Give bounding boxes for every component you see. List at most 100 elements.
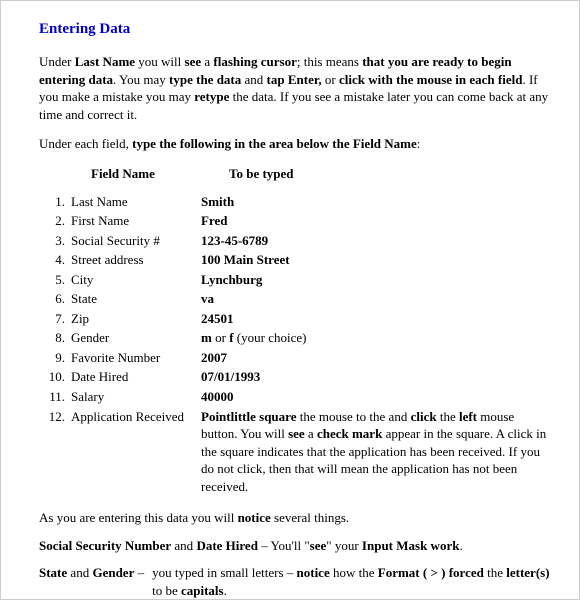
text-bold: capitals bbox=[181, 583, 224, 598]
table-row: 2.First NameFred bbox=[39, 212, 553, 230]
row-number: 8. bbox=[39, 329, 71, 347]
text: ; this means bbox=[297, 54, 362, 69]
row-value: Lynchburg bbox=[201, 271, 553, 289]
row-number: 4. bbox=[39, 251, 71, 269]
table-row: 6.Stateva bbox=[39, 290, 553, 308]
text-bold: 40000 bbox=[201, 389, 234, 404]
row-field-name: Street address bbox=[71, 251, 201, 269]
note-label: State and Gender – bbox=[39, 564, 144, 599]
text-bold: see bbox=[310, 538, 327, 553]
text-bold: Fred bbox=[201, 213, 227, 228]
text-bold: Point bbox=[201, 409, 231, 424]
col-header-spacer bbox=[39, 165, 91, 183]
text: . You may bbox=[113, 72, 169, 87]
text-bold: click bbox=[411, 409, 437, 424]
text: . bbox=[224, 583, 227, 598]
row-number: 1. bbox=[39, 193, 71, 211]
document-page: Entering Data Under Last Name you will s… bbox=[0, 0, 580, 600]
row-value: va bbox=[201, 290, 553, 308]
text-bold: Smith bbox=[201, 194, 234, 209]
text: – You'll " bbox=[258, 538, 310, 553]
text-bold: 24501 bbox=[201, 311, 234, 326]
row-field-name: City bbox=[71, 271, 201, 289]
text: to be bbox=[152, 583, 181, 598]
text: As you are entering this data you will bbox=[39, 510, 238, 525]
table-row: 3.Social Security #123-45-6789 bbox=[39, 232, 553, 250]
text-bold: Date Hired bbox=[196, 538, 258, 553]
text-bold: check mark bbox=[317, 426, 382, 441]
text-bold: letter(s) bbox=[506, 565, 549, 580]
row-field-name: First Name bbox=[71, 212, 201, 230]
intro-paragraph: Under Last Name you will see a flashing … bbox=[39, 53, 553, 123]
row-value: Pointlittle square the mouse to the and … bbox=[201, 408, 553, 496]
row-value: 40000 bbox=[201, 388, 553, 406]
text-bold: 2007 bbox=[201, 350, 227, 365]
table-row: 1.Last NameSmith bbox=[39, 193, 553, 211]
text: and bbox=[171, 538, 196, 553]
col-header-typed: To be typed bbox=[229, 165, 294, 183]
text-bold: Social Security Number bbox=[39, 538, 171, 553]
row-value: 24501 bbox=[201, 310, 553, 328]
row-number: 6. bbox=[39, 290, 71, 308]
notes-section: As you are entering this data you will n… bbox=[39, 509, 553, 600]
text-bold: see bbox=[185, 54, 202, 69]
text-bold: see bbox=[288, 426, 305, 441]
row-number: 3. bbox=[39, 232, 71, 250]
text-bold: va bbox=[201, 291, 214, 306]
row-field-name: Date Hired bbox=[71, 368, 201, 386]
text: or bbox=[212, 330, 229, 345]
text: and bbox=[67, 565, 92, 580]
row-field-name: Last Name bbox=[71, 193, 201, 211]
text: (your choice) bbox=[234, 330, 307, 345]
text: the mouse to the bbox=[296, 409, 388, 424]
text-bold: notice bbox=[297, 565, 330, 580]
row-number: 11. bbox=[39, 388, 71, 406]
table-row: 10.Date Hired07/01/1993 bbox=[39, 368, 553, 386]
text: – bbox=[134, 565, 144, 580]
text-bold: Gender bbox=[92, 565, 134, 580]
col-header-field: Field Name bbox=[91, 165, 229, 183]
outro-line-1: As you are entering this data you will n… bbox=[39, 509, 553, 527]
outro-line-2: Social Security Number and Date Hired – … bbox=[39, 537, 553, 555]
text-bold: type the following in the area below the… bbox=[132, 136, 417, 151]
text-bold: type the data bbox=[169, 72, 241, 87]
text-bold: State bbox=[39, 565, 67, 580]
text-bold: notice bbox=[238, 510, 271, 525]
text-bold: Lynchburg bbox=[201, 272, 262, 287]
text: or bbox=[322, 72, 339, 87]
text-bold: 07/01/1993 bbox=[201, 369, 260, 384]
row-value: 123-45-6789 bbox=[201, 232, 553, 250]
text: and bbox=[241, 72, 266, 87]
row-field-name: Zip bbox=[71, 310, 201, 328]
text: the bbox=[484, 565, 506, 580]
row-field-name: Application Received bbox=[71, 408, 201, 426]
row-value: 07/01/1993 bbox=[201, 368, 553, 386]
table-row: 12.Application ReceivedPointlittle squar… bbox=[39, 408, 553, 496]
text: how the bbox=[330, 565, 378, 580]
text: . bbox=[459, 538, 462, 553]
table-row: 11.Salary40000 bbox=[39, 388, 553, 406]
text: the bbox=[437, 409, 459, 424]
table-row: 4.Street address100 Main Street bbox=[39, 251, 553, 269]
instruction-paragraph: Under each field, type the following in … bbox=[39, 135, 553, 153]
text-bold: click with the mouse in each field bbox=[339, 72, 522, 87]
row-field-name: Gender bbox=[71, 329, 201, 347]
row-field-name: Social Security # bbox=[71, 232, 201, 250]
text-bold: little square bbox=[231, 409, 297, 424]
text: Under bbox=[39, 54, 75, 69]
text: several things. bbox=[271, 510, 349, 525]
row-field-name: Favorite Number bbox=[71, 349, 201, 367]
row-number: 9. bbox=[39, 349, 71, 367]
table-row: 7.Zip24501 bbox=[39, 310, 553, 328]
text: you typed in small letters – bbox=[152, 565, 296, 580]
text: " your bbox=[326, 538, 362, 553]
table-row: 9.Favorite Number2007 bbox=[39, 349, 553, 367]
row-field-name: Salary bbox=[71, 388, 201, 406]
table-header: Field Name To be typed bbox=[39, 165, 553, 183]
row-number: 7. bbox=[39, 310, 71, 328]
text: you will bbox=[135, 54, 184, 69]
table-row: 5.CityLynchburg bbox=[39, 271, 553, 289]
text: Under each field, bbox=[39, 136, 132, 151]
row-field-name: State bbox=[71, 290, 201, 308]
text-bold: Last Name bbox=[75, 54, 135, 69]
